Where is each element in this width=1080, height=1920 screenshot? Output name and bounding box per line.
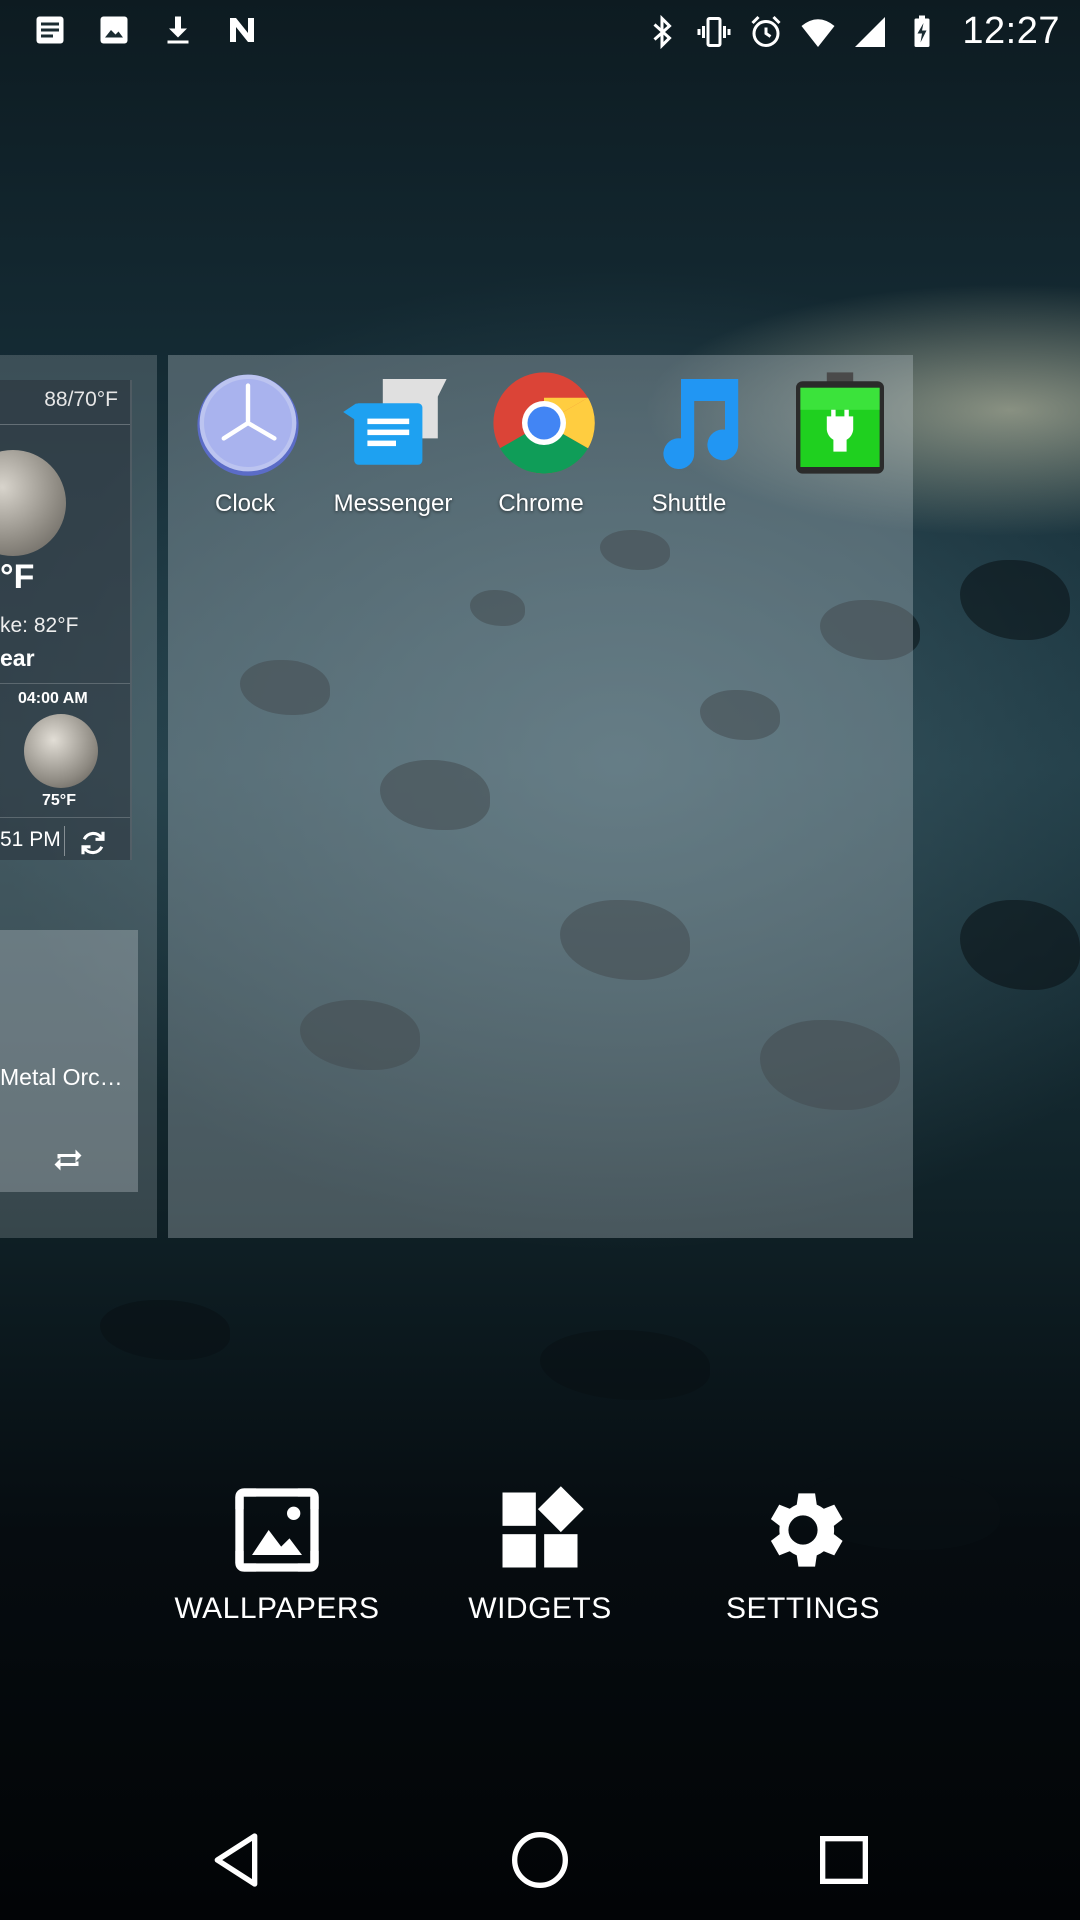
divider [64, 826, 65, 856]
widgets-button[interactable]: WIDGETS [430, 1480, 650, 1626]
navigation-bar [0, 1800, 1080, 1920]
widgets-label: WIDGETS [468, 1592, 612, 1625]
app-battery[interactable] [763, 360, 911, 530]
repeat-icon[interactable] [50, 1142, 86, 1178]
settings-button[interactable]: SETTINGS [693, 1480, 913, 1626]
track-title: Metal Orc… [0, 1064, 123, 1090]
status-time: 12:27 [962, 10, 1060, 52]
app-label: Chrome [498, 490, 584, 517]
wallpaper-icon [235, 1488, 319, 1572]
weather-feels-like: ke: 82°F [0, 614, 79, 637]
battery-app-icon [796, 372, 884, 474]
app-label: Clock [214, 490, 275, 517]
app-row: Clock Messenger Chrome Shuttle [168, 360, 913, 540]
signal-icon [855, 16, 886, 47]
forecast-temp: 75°F [42, 792, 76, 809]
app-chrome[interactable]: Chrome [467, 360, 615, 530]
forecast-time: 04:00 AM [18, 690, 88, 707]
wifi-icon [801, 18, 835, 47]
download-icon [167, 16, 189, 44]
status-bar: 12:27 [0, 0, 1080, 66]
n-logo-icon [230, 18, 254, 42]
widgets-icon [502, 1486, 584, 1568]
app-label: Shuttle [651, 490, 727, 517]
wallpapers-button[interactable]: WALLPAPERS [167, 1480, 387, 1626]
weather-current-temp: °F [0, 558, 35, 596]
messenger-icon [343, 379, 447, 465]
notes-icon [36, 16, 64, 44]
app-clock[interactable]: Clock [171, 360, 319, 530]
battery-charging-icon [914, 15, 930, 47]
app-messenger[interactable]: Messenger [319, 360, 467, 530]
divider [0, 683, 130, 684]
back-icon[interactable] [204, 1828, 268, 1892]
image-icon [100, 16, 128, 44]
settings-label: SETTINGS [725, 1592, 880, 1625]
wallpapers-label: WALLPAPERS [174, 1592, 380, 1625]
bluetooth-icon [653, 14, 673, 49]
music-widget[interactable]: Metal Orc… [0, 930, 138, 1192]
refresh-icon[interactable] [78, 828, 108, 858]
app-shuttle[interactable]: Shuttle [615, 360, 763, 530]
weather-updated-time: 51 PM [0, 828, 61, 851]
weather-condition: ear [0, 645, 35, 671]
weather-widget[interactable]: 88/70°F °F ke: 82°F ear 04:00 AM 75°F 51… [0, 380, 132, 860]
recents-icon[interactable] [812, 1828, 876, 1892]
divider [0, 424, 130, 425]
divider [0, 817, 130, 818]
alarm-icon [751, 15, 781, 47]
app-label: Messenger [333, 490, 453, 517]
gear-icon [770, 1493, 843, 1567]
chrome-icon [493, 372, 595, 474]
vibrate-icon [697, 16, 731, 47]
clock-icon [197, 374, 299, 476]
weather-hi-lo: 88/70°F [44, 388, 118, 411]
music-note-icon [663, 379, 739, 470]
forecast-moon-icon [24, 714, 98, 788]
home-icon[interactable] [508, 1828, 572, 1892]
moon-icon [0, 450, 66, 556]
